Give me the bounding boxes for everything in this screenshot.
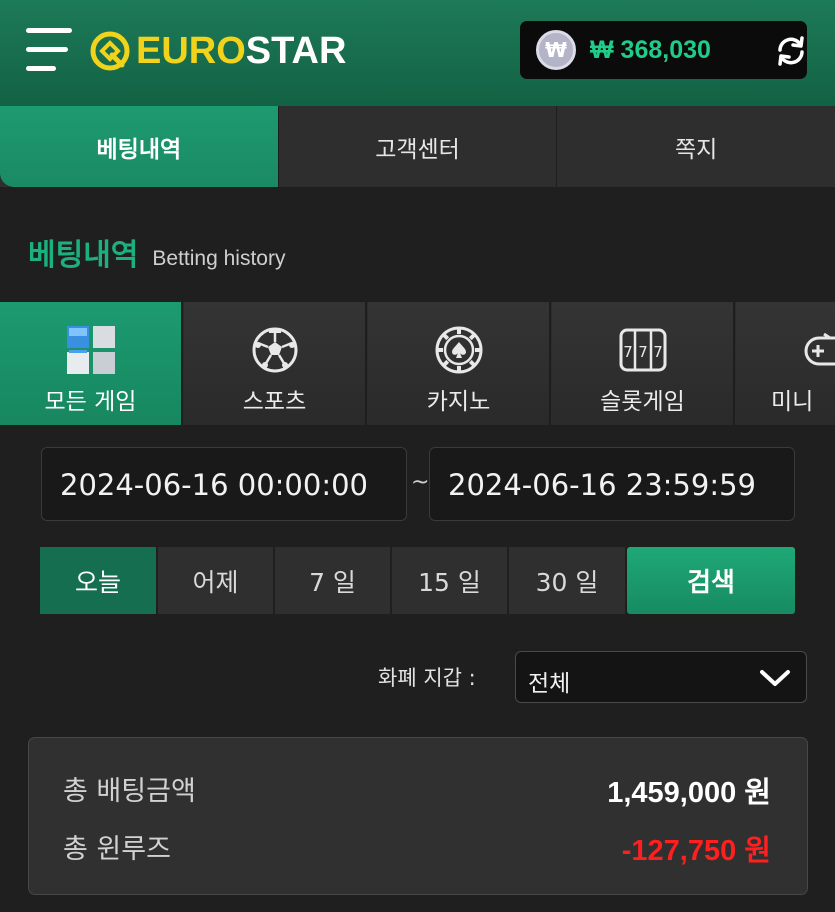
period-yesterday-button[interactable]: 어제: [158, 547, 275, 614]
page-title-korean: 베팅내역: [28, 238, 139, 273]
page-subtitle: Betting history: [152, 247, 286, 270]
category-label: 슬롯게임: [600, 389, 685, 415]
period-30days-button[interactable]: 30 일: [509, 547, 627, 614]
won-coin-icon: ₩: [536, 30, 576, 70]
logo-euro-text: EURO: [136, 30, 246, 72]
total-winloss-value: -127,750 원: [621, 835, 771, 867]
balance-amount: ₩ 368,030: [590, 36, 711, 64]
eurostar-logo[interactable]: EUROSTAR: [88, 28, 346, 74]
total-winloss-label: 총 윈루즈: [63, 834, 171, 865]
currency-wallet-select[interactable]: 전체: [515, 651, 807, 703]
category-label: 모든 게임: [44, 389, 137, 415]
date-range-separator: ~: [411, 470, 430, 495]
date-to-input[interactable]: 2024-06-16 23:59:59: [429, 447, 795, 521]
category-slot-games[interactable]: 7 7 7 슬롯게임: [552, 302, 735, 425]
category-mini-games[interactable]: 미니: [736, 302, 835, 425]
period-15days-button[interactable]: 15 일: [392, 547, 509, 614]
logo-mark-icon: [90, 31, 130, 71]
category-casino[interactable]: 카지노: [368, 302, 551, 425]
category-label: 카지노: [426, 389, 491, 415]
gamepad-icon: [804, 332, 835, 366]
logo-star-text: STAR: [245, 30, 347, 72]
wallet-balance: ₩ ₩ 368,030: [520, 21, 807, 79]
svg-text:7: 7: [623, 343, 633, 361]
slot-machine-icon: 7 7 7: [619, 328, 666, 372]
category-sports[interactable]: 스포츠: [184, 302, 367, 425]
category-label: 스포츠: [242, 389, 307, 415]
total-bet-label: 총 배팅금액: [63, 776, 196, 807]
currency-wallet-label: 화폐 지갑 :: [378, 666, 476, 690]
period-today-button[interactable]: 오늘: [40, 547, 158, 614]
tab-customer-center[interactable]: 고객센터: [277, 106, 557, 187]
betting-summary-card: 총 배팅금액 1,459,000 원 총 윈루즈 -127,750 원: [28, 737, 808, 895]
search-button[interactable]: 검색: [627, 547, 795, 614]
period-7days-button[interactable]: 7 일: [275, 547, 392, 614]
date-from-input[interactable]: 2024-06-16 00:00:00: [41, 447, 407, 521]
total-bet-value: 1,459,000 원: [607, 777, 771, 809]
category-label: 미니: [771, 389, 814, 415]
svg-text:7: 7: [638, 343, 648, 361]
logo-text: EUROSTAR: [136, 28, 346, 74]
menu-icon[interactable]: [26, 28, 72, 72]
casino-chip-icon: [435, 326, 482, 374]
page-title: 베팅내역 Betting history: [28, 230, 285, 274]
soccer-ball-icon: [252, 327, 297, 373]
game-category-tabs: 모든 게임 스포츠 카지노 7 7 7 슬롯게임 미니: [0, 302, 835, 425]
app-header: EUROSTAR ₩ ₩ 368,030: [0, 0, 835, 106]
svg-text:7: 7: [653, 343, 663, 361]
all-games-cubes-icon: [66, 326, 115, 374]
currency-wallet-selected: 전체: [528, 671, 571, 697]
category-all-games[interactable]: 모든 게임: [0, 302, 183, 425]
tab-betting-history[interactable]: 베팅내역: [0, 106, 278, 187]
chevron-down-icon: [760, 670, 790, 686]
refresh-icon[interactable]: [773, 33, 809, 69]
top-tab-bar: 베팅내역 고객센터 쪽지: [0, 106, 835, 187]
tab-messages[interactable]: 쪽지: [556, 106, 835, 187]
